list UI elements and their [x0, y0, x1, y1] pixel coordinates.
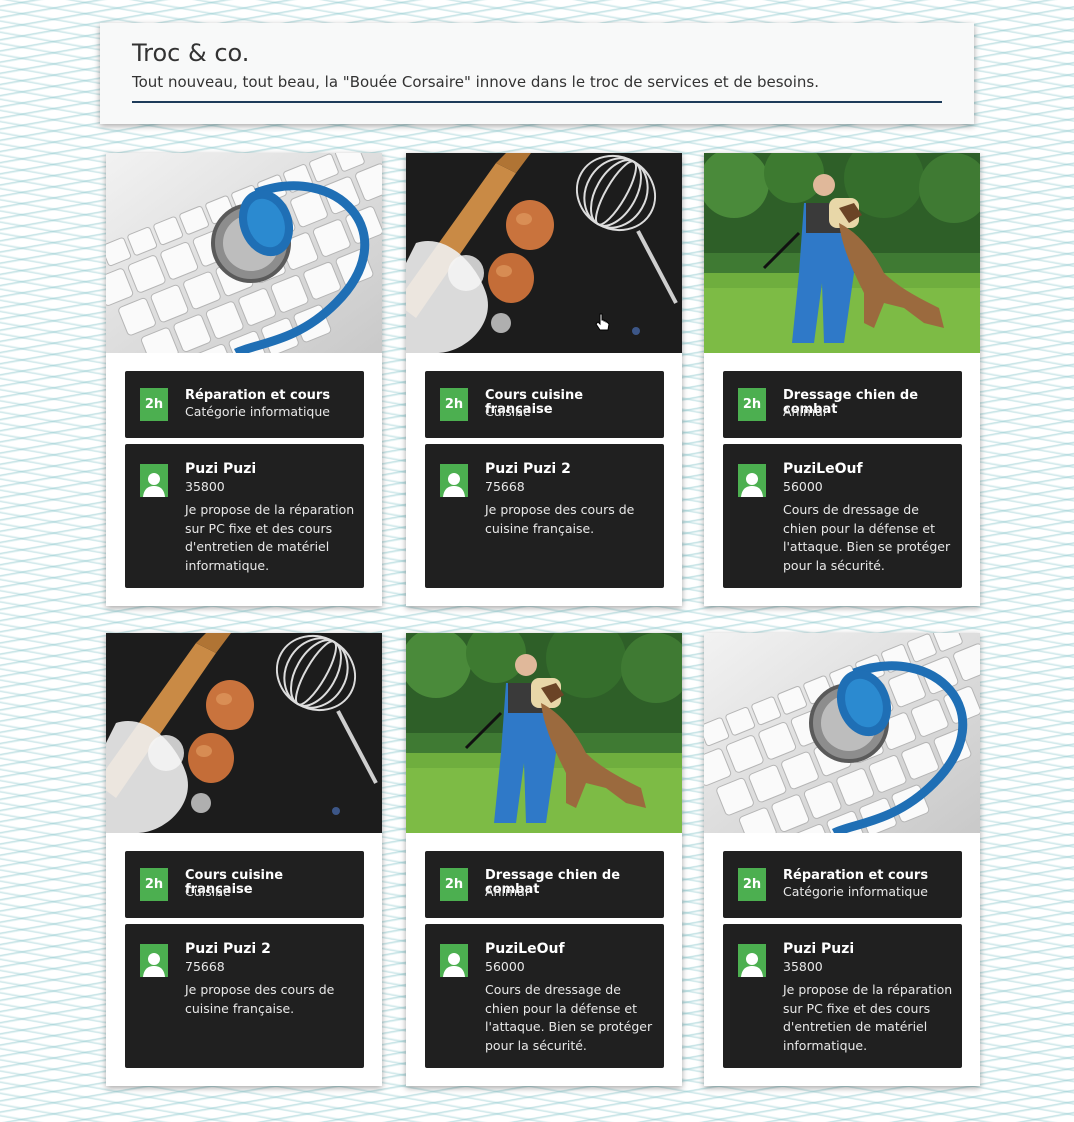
user-avatar-icon	[440, 464, 468, 497]
user-avatar-icon	[738, 464, 766, 497]
user-panel: Puzi Puzi 2 75668 Je propose des cours d…	[425, 444, 664, 588]
service-category: Cuisine	[185, 884, 231, 899]
service-description: Cours de dressage de chien pour la défen…	[485, 982, 653, 1053]
service-header: 2h Dressage chien de combat Animal	[425, 851, 664, 918]
user-panel: PuziLeOuf 56000 Cours de dressage de chi…	[723, 444, 962, 588]
service-description: Je propose de la réparation sur PC fixe …	[185, 502, 355, 573]
service-description: Cours de dressage de chien pour la défen…	[783, 502, 951, 573]
service-header: 2h Réparation et cours Catégorie informa…	[125, 371, 364, 438]
user-zip: 75668	[485, 479, 525, 494]
user-name[interactable]: PuziLeOuf	[783, 461, 863, 477]
service-category: Cuisine	[485, 404, 531, 419]
service-image[interactable]	[406, 633, 682, 833]
service-image[interactable]	[704, 153, 980, 353]
service-image[interactable]	[704, 633, 980, 833]
service-category: Animal	[485, 884, 529, 899]
user-zip: 56000	[485, 959, 525, 974]
user-panel: Puzi Puzi 35800 Je propose de la réparat…	[723, 924, 962, 1068]
user-panel: PuziLeOuf 56000 Cours de dressage de chi…	[425, 924, 664, 1068]
duration-badge: 2h	[738, 388, 766, 421]
service-image[interactable]	[106, 153, 382, 353]
service-card[interactable]: 2h Cours cuisine française Cuisine Puzi …	[406, 153, 682, 606]
user-zip: 56000	[783, 479, 823, 494]
user-panel: Puzi Puzi 35800 Je propose de la réparat…	[125, 444, 364, 588]
duration-badge: 2h	[440, 868, 468, 901]
service-description: Je propose des cours de cuisine français…	[485, 502, 635, 536]
user-name[interactable]: Puzi Puzi	[185, 461, 256, 477]
user-avatar-icon	[140, 944, 168, 977]
user-avatar-icon	[440, 944, 468, 977]
duration-badge: 2h	[738, 868, 766, 901]
service-card[interactable]: 2h Dressage chien de combat Animal PuziL…	[704, 153, 980, 606]
service-header: 2h Réparation et cours Catégorie informa…	[723, 851, 962, 918]
user-panel: Puzi Puzi 2 75668 Je propose des cours d…	[125, 924, 364, 1068]
service-header: 2h Cours cuisine française Cuisine	[425, 371, 664, 438]
service-image[interactable]	[406, 153, 682, 353]
user-name[interactable]: Puzi Puzi 2	[485, 461, 571, 477]
duration-badge: 2h	[140, 388, 168, 421]
service-title: Réparation et cours	[185, 388, 331, 403]
duration-badge: 2h	[140, 868, 168, 901]
service-card[interactable]: 2h Réparation et cours Catégorie informa…	[106, 153, 382, 606]
user-zip: 35800	[185, 479, 225, 494]
user-name[interactable]: PuziLeOuf	[485, 941, 565, 957]
service-title: Réparation et cours	[783, 868, 929, 883]
user-name[interactable]: Puzi Puzi	[783, 941, 854, 957]
service-description: Je propose de la réparation sur PC fixe …	[783, 982, 953, 1053]
service-category: Catégorie informatique	[783, 884, 928, 899]
user-name[interactable]: Puzi Puzi 2	[185, 941, 271, 957]
service-card[interactable]: 2h Cours cuisine française Cuisine Puzi …	[106, 633, 382, 1086]
service-image[interactable]	[106, 633, 382, 833]
page-header: Troc & co. Tout nouveau, tout beau, la "…	[100, 23, 974, 124]
service-card[interactable]: 2h Réparation et cours Catégorie informa…	[704, 633, 980, 1086]
service-header: 2h Cours cuisine française Cuisine	[125, 851, 364, 918]
user-zip: 75668	[185, 959, 225, 974]
service-description: Je propose des cours de cuisine français…	[185, 982, 335, 1016]
user-avatar-icon	[140, 464, 168, 497]
service-category: Animal	[783, 404, 827, 419]
mouse-cursor-icon	[595, 313, 611, 337]
page-subtitle: Tout nouveau, tout beau, la "Bouée Corsa…	[132, 73, 942, 103]
service-header: 2h Dressage chien de combat Animal	[723, 371, 962, 438]
service-card[interactable]: 2h Dressage chien de combat Animal PuziL…	[406, 633, 682, 1086]
duration-badge: 2h	[440, 388, 468, 421]
page-title: Troc & co.	[132, 39, 250, 67]
service-category: Catégorie informatique	[185, 404, 330, 419]
user-zip: 35800	[783, 959, 823, 974]
user-avatar-icon	[738, 944, 766, 977]
